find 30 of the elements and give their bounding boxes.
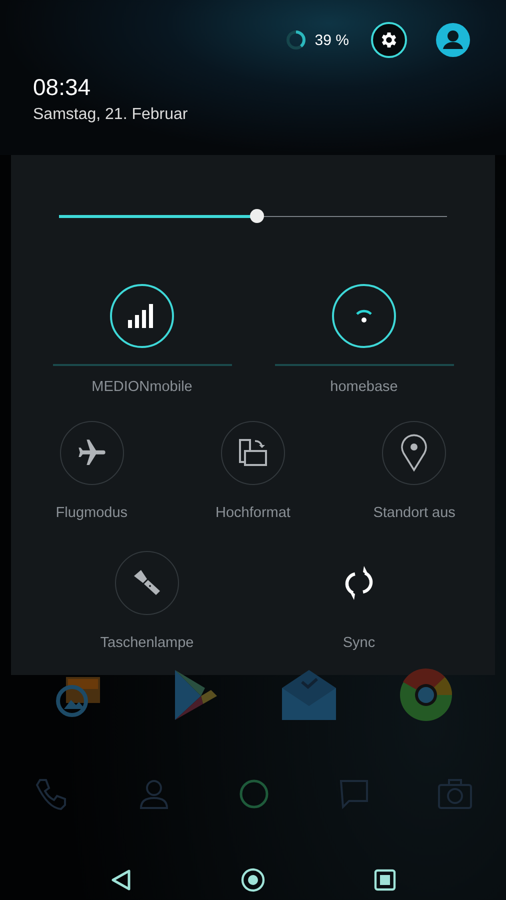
wifi-icon: [354, 309, 374, 323]
home-button[interactable]: [240, 867, 266, 893]
user-avatar-button[interactable]: [436, 23, 470, 57]
settings-icon: [379, 30, 399, 50]
location-toggle[interactable]: [382, 421, 446, 485]
network-label: MEDIONmobile: [92, 379, 192, 395]
recents-icon: [374, 869, 396, 891]
toggle-label: Flugmodus: [56, 505, 128, 521]
network-label: homebase: [330, 379, 398, 395]
signal-toggle[interactable]: [110, 284, 174, 348]
toggle-label: Taschenlampe: [100, 635, 194, 651]
battery-percent: 39 %: [314, 32, 349, 48]
date-text: Samstag, 21. Februar: [33, 106, 189, 124]
battery-ring-icon: [284, 29, 307, 51]
toggle-label: Hochformat: [216, 505, 290, 521]
settings-button[interactable]: [371, 22, 407, 58]
location-pin-icon: [400, 434, 428, 472]
flashlight-icon: [132, 568, 162, 598]
toggle-label: Standort aus: [373, 505, 456, 521]
brightness-slider[interactable]: [59, 209, 447, 223]
wifi-toggle[interactable]: [332, 284, 396, 348]
toggle-label: Sync: [342, 635, 376, 651]
rotation-toggle[interactable]: [220, 421, 285, 485]
back-icon: [110, 869, 132, 891]
clock-time: 08:34: [33, 74, 92, 101]
home-icon: [241, 868, 265, 892]
airplane-toggle[interactable]: [60, 421, 124, 485]
flashlight-toggle[interactable]: [115, 551, 179, 615]
recents-button[interactable]: [372, 867, 398, 893]
play-triangle-icon[interactable]: [172, 668, 218, 722]
